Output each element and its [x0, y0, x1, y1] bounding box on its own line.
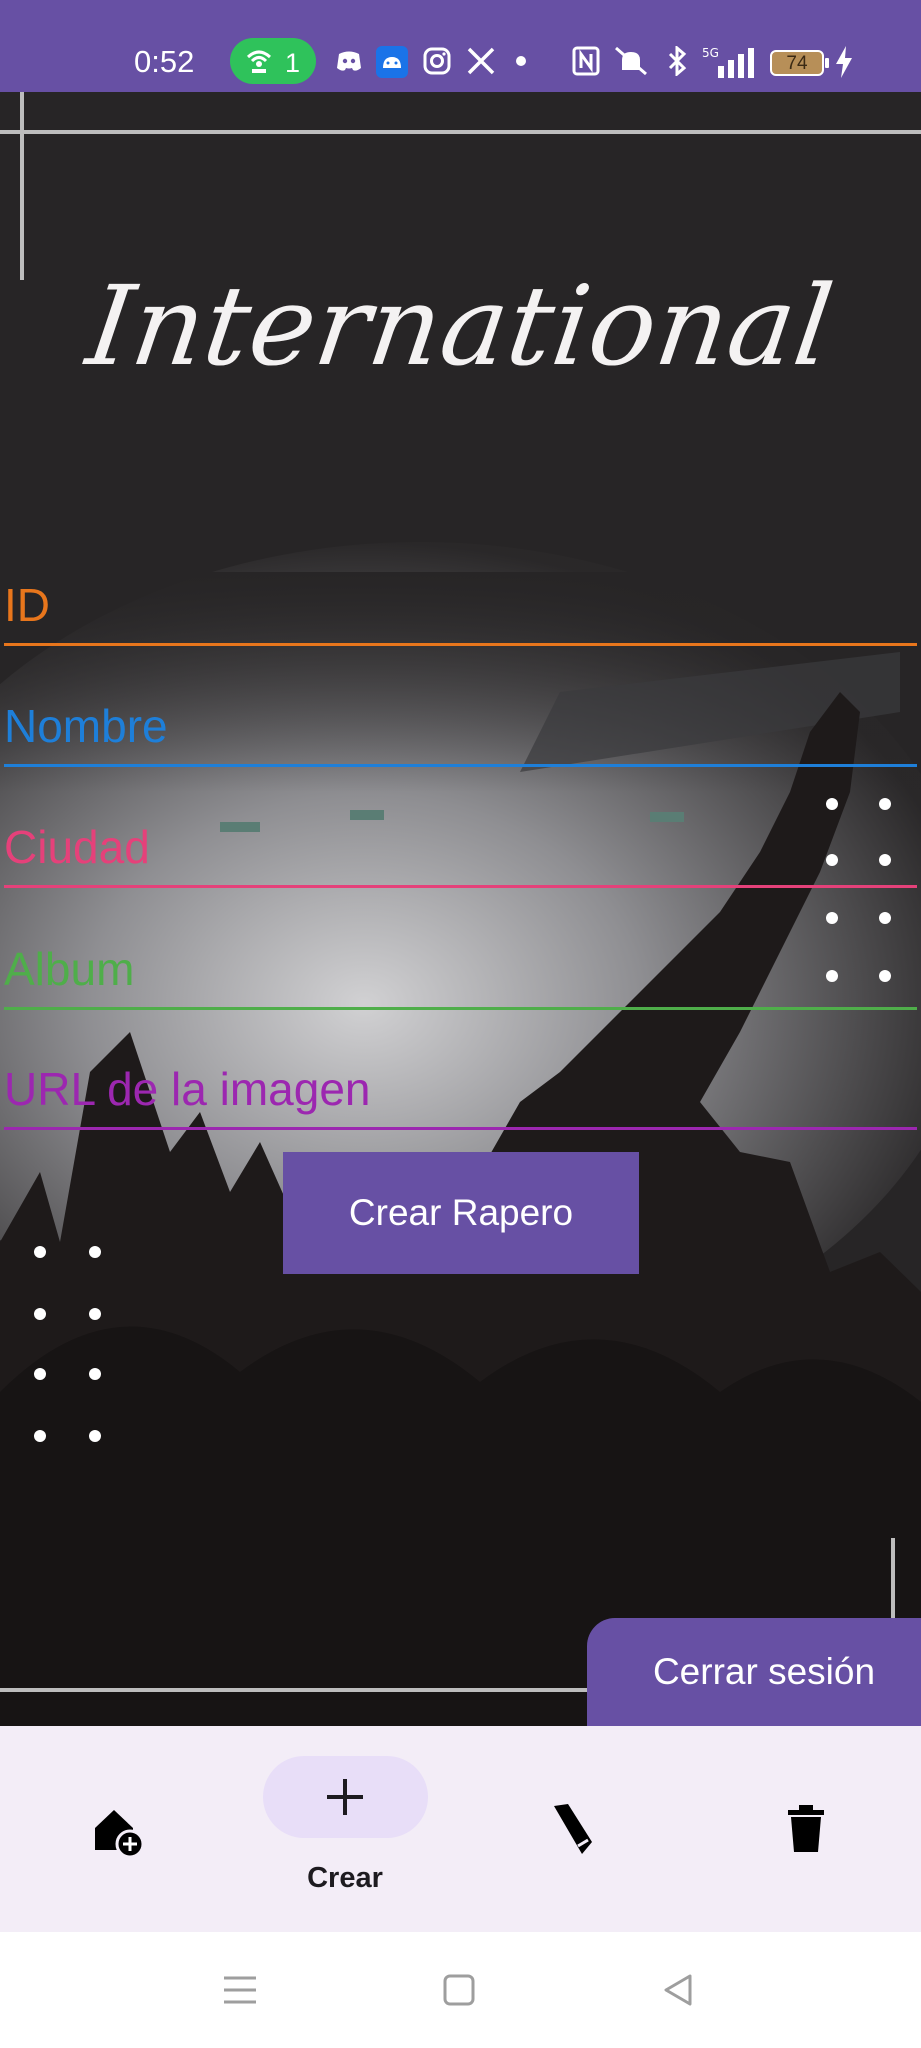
nav-label-crear: Crear	[307, 1862, 383, 1894]
x-icon	[467, 47, 495, 75]
charging-icon	[836, 46, 852, 78]
nav-item-delete[interactable]	[690, 1726, 920, 1932]
album-field[interactable]: Album	[4, 910, 917, 1010]
album-field-label: Album	[4, 943, 135, 995]
app-content: International ID Nombre Ciudad Album URL…	[0, 92, 921, 1726]
mute-icon	[615, 46, 647, 76]
nav-item-edit[interactable]	[460, 1726, 690, 1932]
plus-icon	[327, 1779, 363, 1815]
url-imagen-field[interactable]: URL de la imagen	[4, 1030, 917, 1130]
ciudad-field-underline	[4, 885, 917, 888]
ciudad-field-label: Ciudad	[4, 821, 150, 873]
bluetooth-icon	[668, 46, 687, 76]
album-field-underline	[4, 1007, 917, 1010]
ciudad-field[interactable]: Ciudad	[4, 788, 917, 888]
dot-icon	[516, 56, 526, 66]
id-field-underline	[4, 643, 917, 646]
nfc-icon	[572, 46, 600, 76]
bottom-navigation: Crear	[0, 1726, 921, 1932]
system-navigation-bar	[0, 1932, 921, 2048]
trash-icon	[788, 1805, 824, 1852]
id-field-label: ID	[4, 579, 50, 631]
svg-text:5G: 5G	[702, 46, 719, 60]
url-imagen-field-label: URL de la imagen	[4, 1063, 371, 1115]
back-triangle-icon[interactable]	[660, 1972, 696, 2008]
instagram-icon	[423, 47, 451, 75]
edit-icon	[554, 1804, 592, 1854]
hotspot-indicator[interactable]: 1	[230, 38, 316, 84]
nombre-field-underline	[4, 764, 917, 767]
frame-line-left	[20, 92, 24, 280]
frame-line-top	[0, 130, 921, 134]
status-bar: 0:52 1 5G 74	[0, 0, 921, 92]
nav-item-crear[interactable]: Crear	[230, 1726, 460, 1932]
discord-icon	[337, 51, 361, 71]
nav-item-home-add[interactable]	[0, 1726, 230, 1932]
id-field[interactable]: ID	[4, 546, 917, 646]
home-square-icon[interactable]	[441, 1972, 477, 2008]
nombre-field[interactable]: Nombre	[4, 667, 917, 767]
hotspot-count: 1	[285, 48, 301, 78]
android-icon	[376, 46, 408, 78]
url-imagen-field-underline	[4, 1127, 917, 1130]
hotspot-icon	[246, 50, 272, 73]
app-logo: International	[80, 262, 841, 390]
battery-level: 74	[786, 53, 808, 74]
battery-tip	[825, 58, 829, 68]
signal-5g-icon: 5G	[702, 46, 754, 78]
menu-icon[interactable]	[222, 1972, 258, 2008]
cerrar-sesion-button[interactable]: Cerrar sesión	[587, 1618, 921, 1726]
battery-icon: 74	[770, 50, 824, 76]
crear-rapero-button[interactable]: Crear Rapero	[283, 1152, 639, 1274]
home-add-icon	[95, 1810, 145, 1858]
nombre-field-label: Nombre	[4, 700, 168, 752]
status-time: 0:52	[134, 44, 195, 79]
